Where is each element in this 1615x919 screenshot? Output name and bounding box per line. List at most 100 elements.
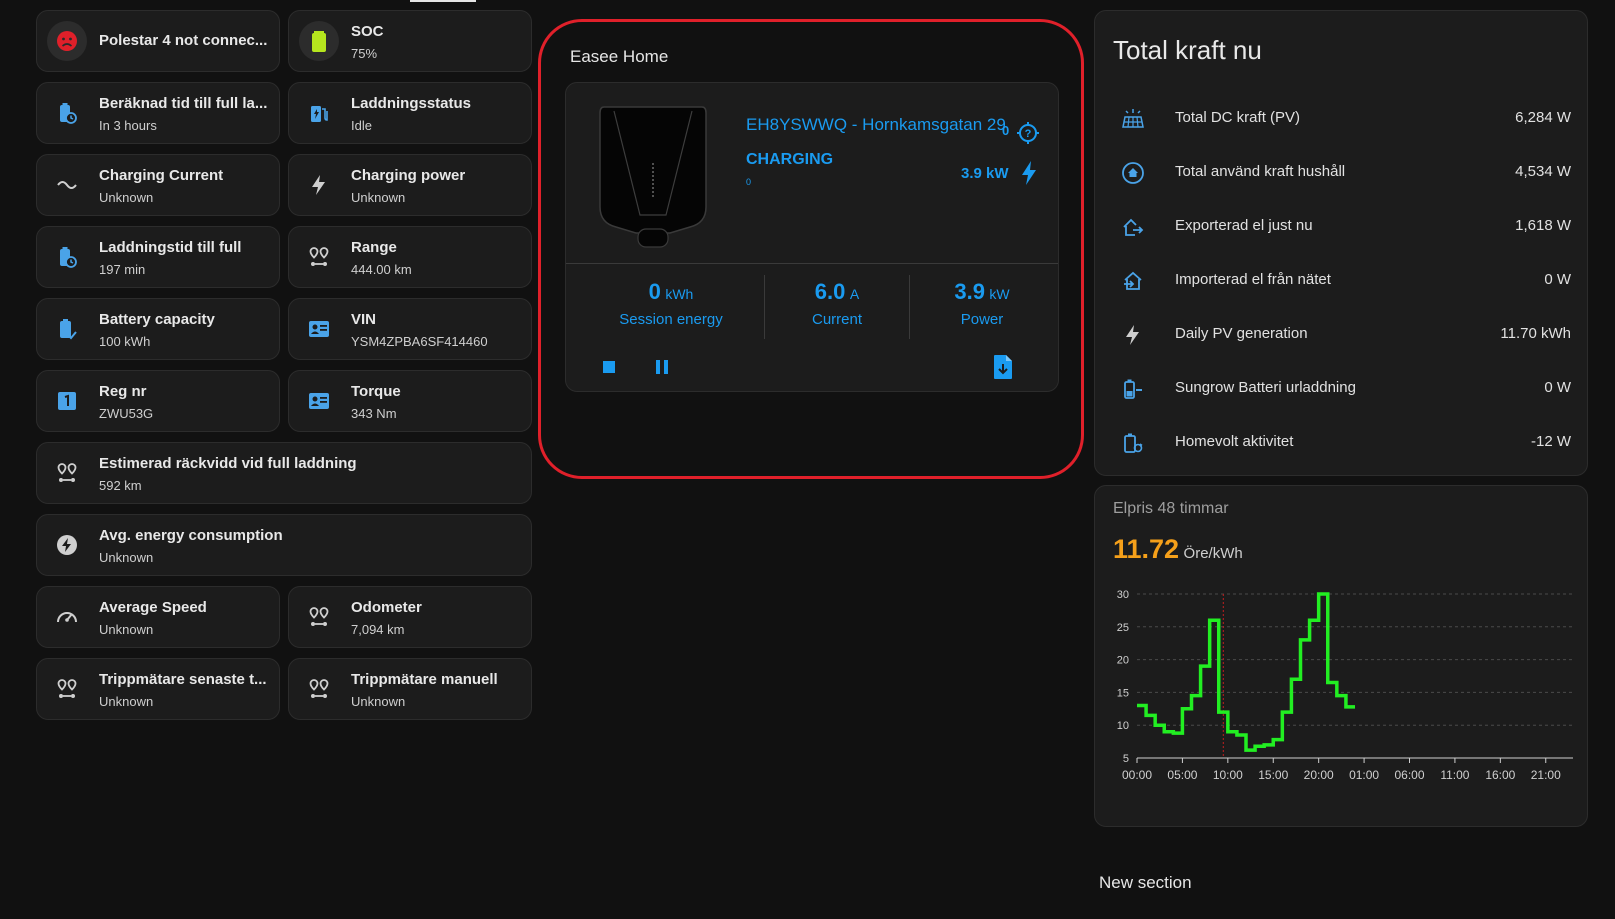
tile-vin[interactable]: VIN YSM4ZPBA6SF414460 [288,298,532,360]
power-row-value: -12 W [1530,433,1571,450]
tile-charge-time-full[interactable]: Laddningstid till full 197 min [36,226,280,288]
pause-icon[interactable] [652,357,672,377]
tile-estimated-range-full[interactable]: Estimerad räckvidd vid full laddning 592 … [36,442,532,504]
power-row-value: 4,534 W [1515,163,1571,180]
x-tick-label: 20:00 [1304,768,1334,782]
tile-avg-energy[interactable]: Avg. energy consumption Unknown [36,514,532,576]
speedometer-icon [57,612,77,623]
help-circle-icon[interactable]: ? [1016,121,1040,145]
price-value: 11.72 [1113,534,1180,564]
tile-battery-capacity[interactable]: Battery capacity 100 kWh [36,298,280,360]
tile-title: Battery capacity [99,311,215,328]
tile-icon [299,309,339,349]
tile-icon [47,525,87,565]
price-line-chart: 5 10 15 20 25 30 00:00 05:00 10:00 15:00 20:00 01:0… [1117,589,1573,782]
tile-state: 100 kWh [99,334,151,349]
tile-icon [47,453,87,493]
battery-minus-icon [1124,379,1142,399]
power-stat: 3.9 kW Power [911,279,1053,328]
charger-name[interactable]: EH8YSWWQ - Hornkamsgatan 29 [746,115,1006,135]
tile-torque[interactable]: Torque 343 Nm [288,370,532,432]
charger-top-value: 0 [1002,123,1010,138]
session-energy-label: Session energy [619,311,723,328]
power-value: 3.9 [954,279,985,304]
power-row[interactable]: Importerad el från nätet 0 W [1095,261,1587,301]
tile-icon [299,93,339,133]
tile-title: Avg. energy consumption [99,527,283,544]
tile-trip-manual[interactable]: Trippmätare manuell Unknown [288,658,532,720]
tile-icon [299,21,339,61]
x-tick-label: 05:00 [1167,768,1197,782]
sad-face-icon [57,31,77,51]
tile-state: Unknown [351,694,406,709]
easee-charger-card[interactable]: EH8YSWWQ - Hornkamsgatan 29 0 ? CHARGING… [565,82,1059,392]
tile-icon [47,309,87,349]
tile-range[interactable]: Range 444.00 km [288,226,532,288]
power-row-value: 0 W [1544,271,1571,288]
price-chart-card: Elpris 48 timmar 11.72 Öre/kWh 5 10 15 20 25… [1094,485,1588,827]
flash-icon [1126,325,1139,345]
tile-title: Reg nr [99,383,147,400]
power-row-label: Total använd kraft hushåll [1175,163,1346,180]
y-tick-label: 15 [1117,687,1129,699]
stop-icon[interactable] [599,357,619,377]
tile-title: Range [351,239,397,256]
price-title: Elpris 48 timmar [1113,500,1229,517]
charger-image [599,106,707,248]
power-row-label: Daily PV generation [1175,325,1308,342]
new-section-title: New section [1099,873,1192,892]
tile-odometer[interactable]: Odometer 7,094 km [288,586,532,648]
power-row[interactable]: Sungrow Batteri urladdning 0 W [1095,369,1587,409]
y-tick-label: 5 [1123,753,1129,765]
tile-state: 75% [351,46,378,61]
tile-icon [47,21,87,61]
tile-icon [47,93,87,133]
tile-state: Unknown [99,694,154,709]
tile-state: In 3 hours [99,118,157,133]
current-ac-icon [57,181,77,189]
tile-title: Odometer [351,599,422,616]
power-card-title: Total kraft nu [1113,35,1262,65]
power-row-value: 6,284 W [1515,109,1571,126]
tile-calc-time-full[interactable]: Beräknad tid till full la... In 3 hours [36,82,280,144]
map-marker-distance-icon [309,679,329,698]
power-row[interactable]: Total använd kraft hushåll 4,534 W [1095,153,1587,193]
tile-average-speed[interactable]: Average Speed Unknown [36,586,280,648]
tile-charging-power[interactable]: Charging power Unknown [288,154,532,216]
session-energy-value: 0 [648,279,661,304]
y-tick-label: 30 [1117,589,1129,601]
price-unit: Öre/kWh [1183,545,1243,562]
tile-soc[interactable]: SOC 75% [288,10,532,72]
power-label: Power [960,311,1004,328]
x-tick-label: 06:00 [1394,768,1424,782]
tile-icon [47,237,87,277]
tile-polestar-status[interactable]: Polestar 4 not connec... [36,10,280,72]
tile-state: Unknown [99,190,154,205]
tile-charging-current[interactable]: Charging Current Unknown [36,154,280,216]
stat-divider [764,275,765,339]
charger-status: CHARGING [746,151,834,168]
tile-charging-status[interactable]: Laddningsstatus Idle [288,82,532,144]
price-series-line [1137,592,1355,752]
power-row[interactable]: Exporterad el just nu 1,618 W [1095,207,1587,247]
solar-panel-icon [1122,109,1144,128]
card-divider [566,263,1058,264]
power-row[interactable]: Homevolt aktivitet -12 W [1095,423,1587,463]
battery-sync-icon [1124,433,1143,453]
tile-state: 7,094 km [351,622,405,637]
card-account-icon [309,321,329,337]
tile-trip-latest[interactable]: Trippmätare senaste t... Unknown [36,658,280,720]
power-row[interactable]: Daily PV generation 11.70 kWh [1095,315,1587,355]
tile-title: VIN [351,311,377,328]
power-row[interactable]: Total DC kraft (PV) 6,284 W [1095,99,1587,139]
tile-reg-nr[interactable]: Reg nr ZWU53G [36,370,280,432]
tile-icon [299,669,339,709]
power-unit: kW [989,286,1010,302]
x-tick-label: 15:00 [1258,768,1288,782]
current-unit: A [849,286,860,302]
battery-clock-icon [60,247,77,268]
file-download-icon[interactable] [991,354,1015,380]
power-row-label: Homevolt aktivitet [1175,433,1294,450]
top-tab-indicator [410,0,476,2]
power-row-label: Sungrow Batteri urladdning [1175,379,1356,396]
